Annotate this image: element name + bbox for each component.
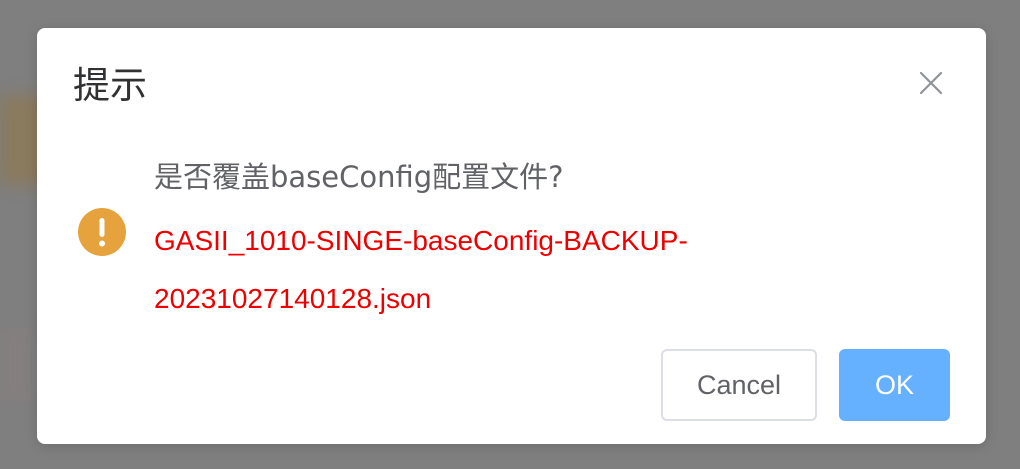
message-question: 是否覆盖baseConfig配置文件? xyxy=(154,160,564,194)
warning-icon xyxy=(78,208,126,256)
modal-overlay[interactable]: 提示 是否覆盖baseConfig配置文件? GASII_1010-SINGE-… xyxy=(0,0,1020,469)
close-icon xyxy=(917,69,945,97)
ok-button[interactable]: OK xyxy=(839,349,950,421)
confirm-dialog: 提示 是否覆盖baseConfig配置文件? GASII_1010-SINGE-… xyxy=(37,28,986,444)
dialog-message: 是否覆盖baseConfig配置文件? GASII_1010-SINGE-bas… xyxy=(154,158,934,328)
message-filename: GASII_1010-SINGE-baseConfig-BACKUP-20231… xyxy=(154,225,688,314)
cancel-button[interactable]: Cancel xyxy=(661,349,817,421)
background-content-blur xyxy=(0,330,30,400)
close-button[interactable] xyxy=(917,69,945,97)
dialog-title: 提示 xyxy=(73,64,147,107)
